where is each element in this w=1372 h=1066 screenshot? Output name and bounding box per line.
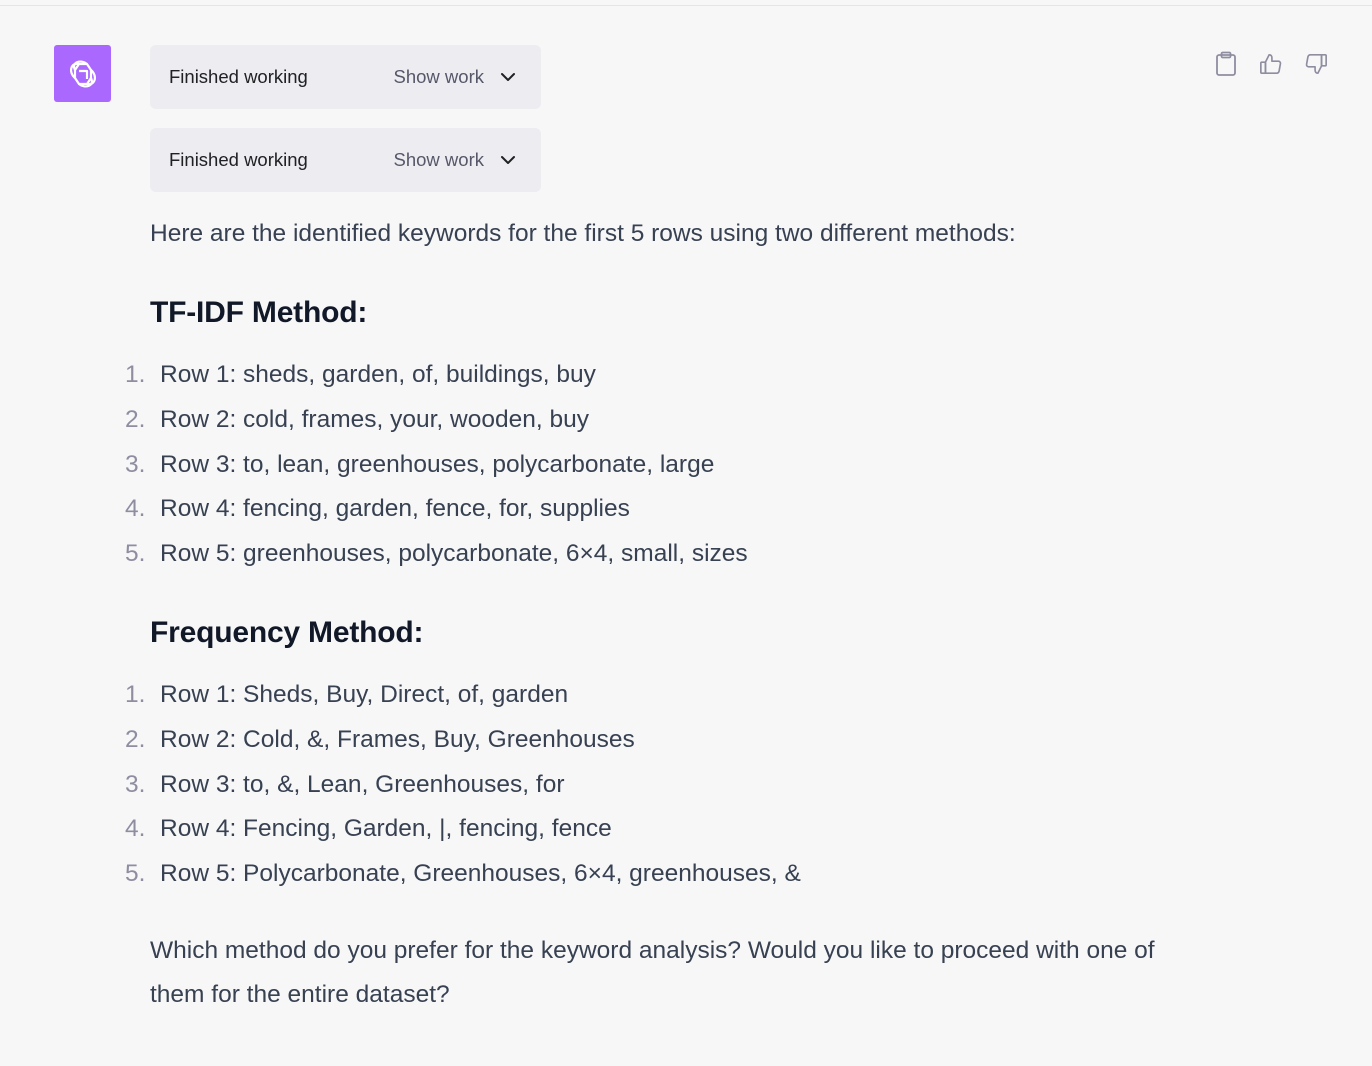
list-number: 1.: [125, 361, 146, 388]
list-number: 4.: [125, 495, 146, 523]
list-item-text: Row 3: to, lean, greenhouses, polycarbon…: [160, 450, 715, 478]
work-status-text: Finished working: [169, 149, 308, 170]
list-number: 3.: [125, 770, 146, 798]
list-number: 4.: [125, 815, 146, 843]
thumbs-down-icon: [1305, 53, 1327, 74]
list-item-text: Row 1: Sheds, Buy, Direct, of, garden: [160, 681, 569, 708]
list-number: 2.: [125, 405, 146, 433]
like-button[interactable]: [1259, 50, 1283, 77]
thumbs-up-icon: [1260, 53, 1282, 74]
closing-paragraph-line-2: them for the entire dataset?: [150, 981, 450, 1008]
list-item-text: Row 5: greenhouses, polycarbonate, 6×4, …: [160, 540, 748, 568]
list-item-text: Row 3: to, &, Lean, Greenhouses, for: [160, 770, 565, 798]
show-work-button[interactable]: Show work: [394, 66, 484, 88]
work-status-panel: Finished working Show work: [150, 128, 541, 192]
clipboard-icon: [1216, 51, 1236, 76]
list-item-text: Row 2: Cold, &, Frames, Buy, Greenhouses: [160, 725, 635, 753]
tfidf-keyword-list: 1. Row 1: sheds, garden, of, buildings, b…: [120, 353, 748, 577]
section-heading-tfidf: TF-IDF Method:: [150, 296, 368, 329]
list-item-text: Row 4: Fencing, Garden, |, fencing, fenc…: [160, 815, 612, 843]
list-item-text: Row 4: fencing, garden, fence, for, supp…: [160, 495, 630, 523]
list-item-text: Row 2: cold, frames, your, wooden, buy: [160, 405, 589, 433]
list-item: 3. Row 3: to, &, Lean, Greenhouses, for: [120, 763, 801, 808]
list-item: 5. Row 5: greenhouses, polycarbonate, 6×4…: [120, 532, 748, 577]
work-status-panel: Finished working Show work: [150, 45, 541, 109]
dislike-button[interactable]: [1304, 50, 1328, 77]
list-item-text: Row 1: sheds, garden, of, buildings, buy: [160, 361, 596, 388]
closing-paragraph-line-1: Which method do you prefer for the keywo…: [150, 937, 1155, 964]
list-item: 4. Row 4: Fencing, Garden, |, fencing, fe…: [120, 807, 801, 852]
copy-button[interactable]: [1214, 50, 1238, 77]
list-item: 1. Row 1: sheds, garden, of, buildings, b…: [120, 353, 748, 398]
section-heading-frequency: Frequency Method:: [150, 616, 424, 649]
list-item: 2. Row 2: Cold, &, Frames, Buy, Greenhous…: [120, 718, 801, 763]
list-number: 2.: [125, 725, 146, 753]
frequency-keyword-list: 1. Row 1: Sheds, Buy, Direct, of, garden …: [120, 673, 801, 897]
list-item: 5. Row 5: Polycarbonate, Greenhouses, 6×4…: [120, 852, 801, 897]
message-actions: [1214, 50, 1328, 77]
assistant-avatar: [54, 45, 111, 102]
list-item: 4. Row 4: fencing, garden, fence, for, su…: [120, 487, 748, 532]
openai-logo-icon: [69, 59, 96, 88]
top-divider: [0, 5, 1372, 6]
work-status-text: Finished working: [169, 66, 308, 87]
list-item: 1. Row 1: Sheds, Buy, Direct, of, garden: [120, 673, 801, 718]
list-number: 1.: [125, 681, 146, 708]
intro-paragraph: Here are the identified keywords for the…: [150, 220, 1016, 247]
list-number: 5.: [125, 860, 146, 888]
list-number: 5.: [125, 540, 146, 568]
list-number: 3.: [125, 450, 146, 478]
list-item-text: Row 5: Polycarbonate, Greenhouses, 6×4, …: [160, 860, 801, 888]
chevron-down-icon[interactable]: [499, 68, 517, 86]
list-item: 3. Row 3: to, lean, greenhouses, polycarb…: [120, 443, 748, 488]
show-work-button[interactable]: Show work: [394, 149, 484, 171]
list-item: 2. Row 2: cold, frames, your, wooden, buy: [120, 398, 748, 443]
chevron-down-icon[interactable]: [499, 151, 517, 169]
